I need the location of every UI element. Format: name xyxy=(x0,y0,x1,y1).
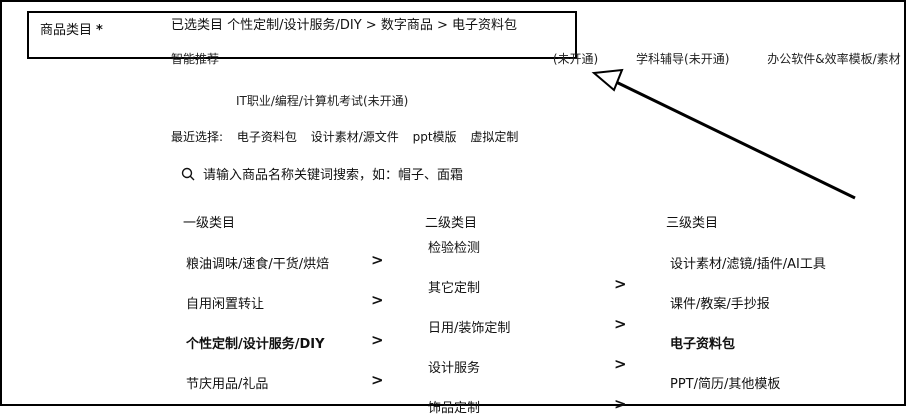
level2-item[interactable]: 饰品定制 xyxy=(428,397,480,416)
level3-item[interactable]: 课件/教案/手抄报 xyxy=(670,293,770,312)
chevron-right-icon: > xyxy=(614,275,627,293)
smart-recommend-item[interactable]: (未开通) xyxy=(553,52,598,66)
smart-recommend: 智能推荐 (未开通) 学科辅导(未开通) 办公软件&效率模板/素材 xyxy=(171,50,911,67)
level1-item[interactable]: 自用闲置转让 xyxy=(186,293,264,312)
chevron-right-icon: > xyxy=(371,371,384,389)
level1-header: 一级类目 xyxy=(183,216,236,231)
recent-item[interactable]: 设计素材/源文件 xyxy=(311,130,399,144)
smart-recommend-label: 智能推荐 xyxy=(171,52,220,66)
recent-item[interactable]: ppt模版 xyxy=(413,130,457,144)
level3-header: 三级类目 xyxy=(666,216,719,231)
selected-category-path: 已选类目 个性定制/设计服务/DIY > 数字商品 > 电子资料包 xyxy=(171,18,517,33)
recent-item[interactable]: 虚拟定制 xyxy=(470,130,518,144)
category-search-input[interactable]: 请输入商品名称关键词搜索，如：帽子、面霜 xyxy=(181,164,463,183)
required-mark: * xyxy=(96,23,103,38)
level1-item[interactable]: 粮油调味/速食/干货/烘焙 xyxy=(186,253,329,272)
chevron-right-icon: > xyxy=(371,291,384,309)
level1-item[interactable]: 节庆用品/礼品 xyxy=(186,373,268,392)
level3-item-selected[interactable]: 电子资料包 xyxy=(670,333,735,352)
field-label: 商品类目 * xyxy=(40,23,103,38)
smart-recommend-item[interactable]: 办公软件&效率模板/素材 xyxy=(767,52,900,66)
level3-item[interactable]: PPT/简历/其他模板 xyxy=(670,373,780,392)
level2-item[interactable]: 日用/装饰定制 xyxy=(428,317,510,336)
recent-item[interactable]: 电子资料包 xyxy=(237,130,297,144)
recent-label: 最近选择: xyxy=(171,130,224,144)
chevron-right-icon: > xyxy=(371,331,384,349)
chevron-right-icon: > xyxy=(614,395,627,413)
level2-header: 二级类目 xyxy=(425,216,478,231)
chevron-right-icon: > xyxy=(614,355,627,373)
level2-item[interactable]: 检验检测 xyxy=(428,237,480,256)
search-icon xyxy=(181,167,195,180)
smart-recommend-item[interactable]: 学科辅导(未开通) xyxy=(636,52,729,66)
level2-item[interactable]: 设计服务 xyxy=(428,357,480,376)
smart-recommend-item[interactable]: IT职业/编程/计算机考试(未开通) xyxy=(236,92,408,109)
chevron-right-icon: > xyxy=(614,315,627,333)
chevron-right-icon: > xyxy=(371,251,384,269)
search-placeholder: 请输入商品名称关键词搜索，如：帽子、面霜 xyxy=(203,168,464,183)
level3-item[interactable]: 设计素材/滤镜/插件/AI工具 xyxy=(670,253,826,272)
level2-item[interactable]: 其它定制 xyxy=(428,277,480,296)
level1-item-selected[interactable]: 个性定制/设计服务/DIY xyxy=(186,333,325,352)
recent-selections: 最近选择: 电子资料包 设计素材/源文件 ppt模版 虚拟定制 xyxy=(171,128,528,145)
